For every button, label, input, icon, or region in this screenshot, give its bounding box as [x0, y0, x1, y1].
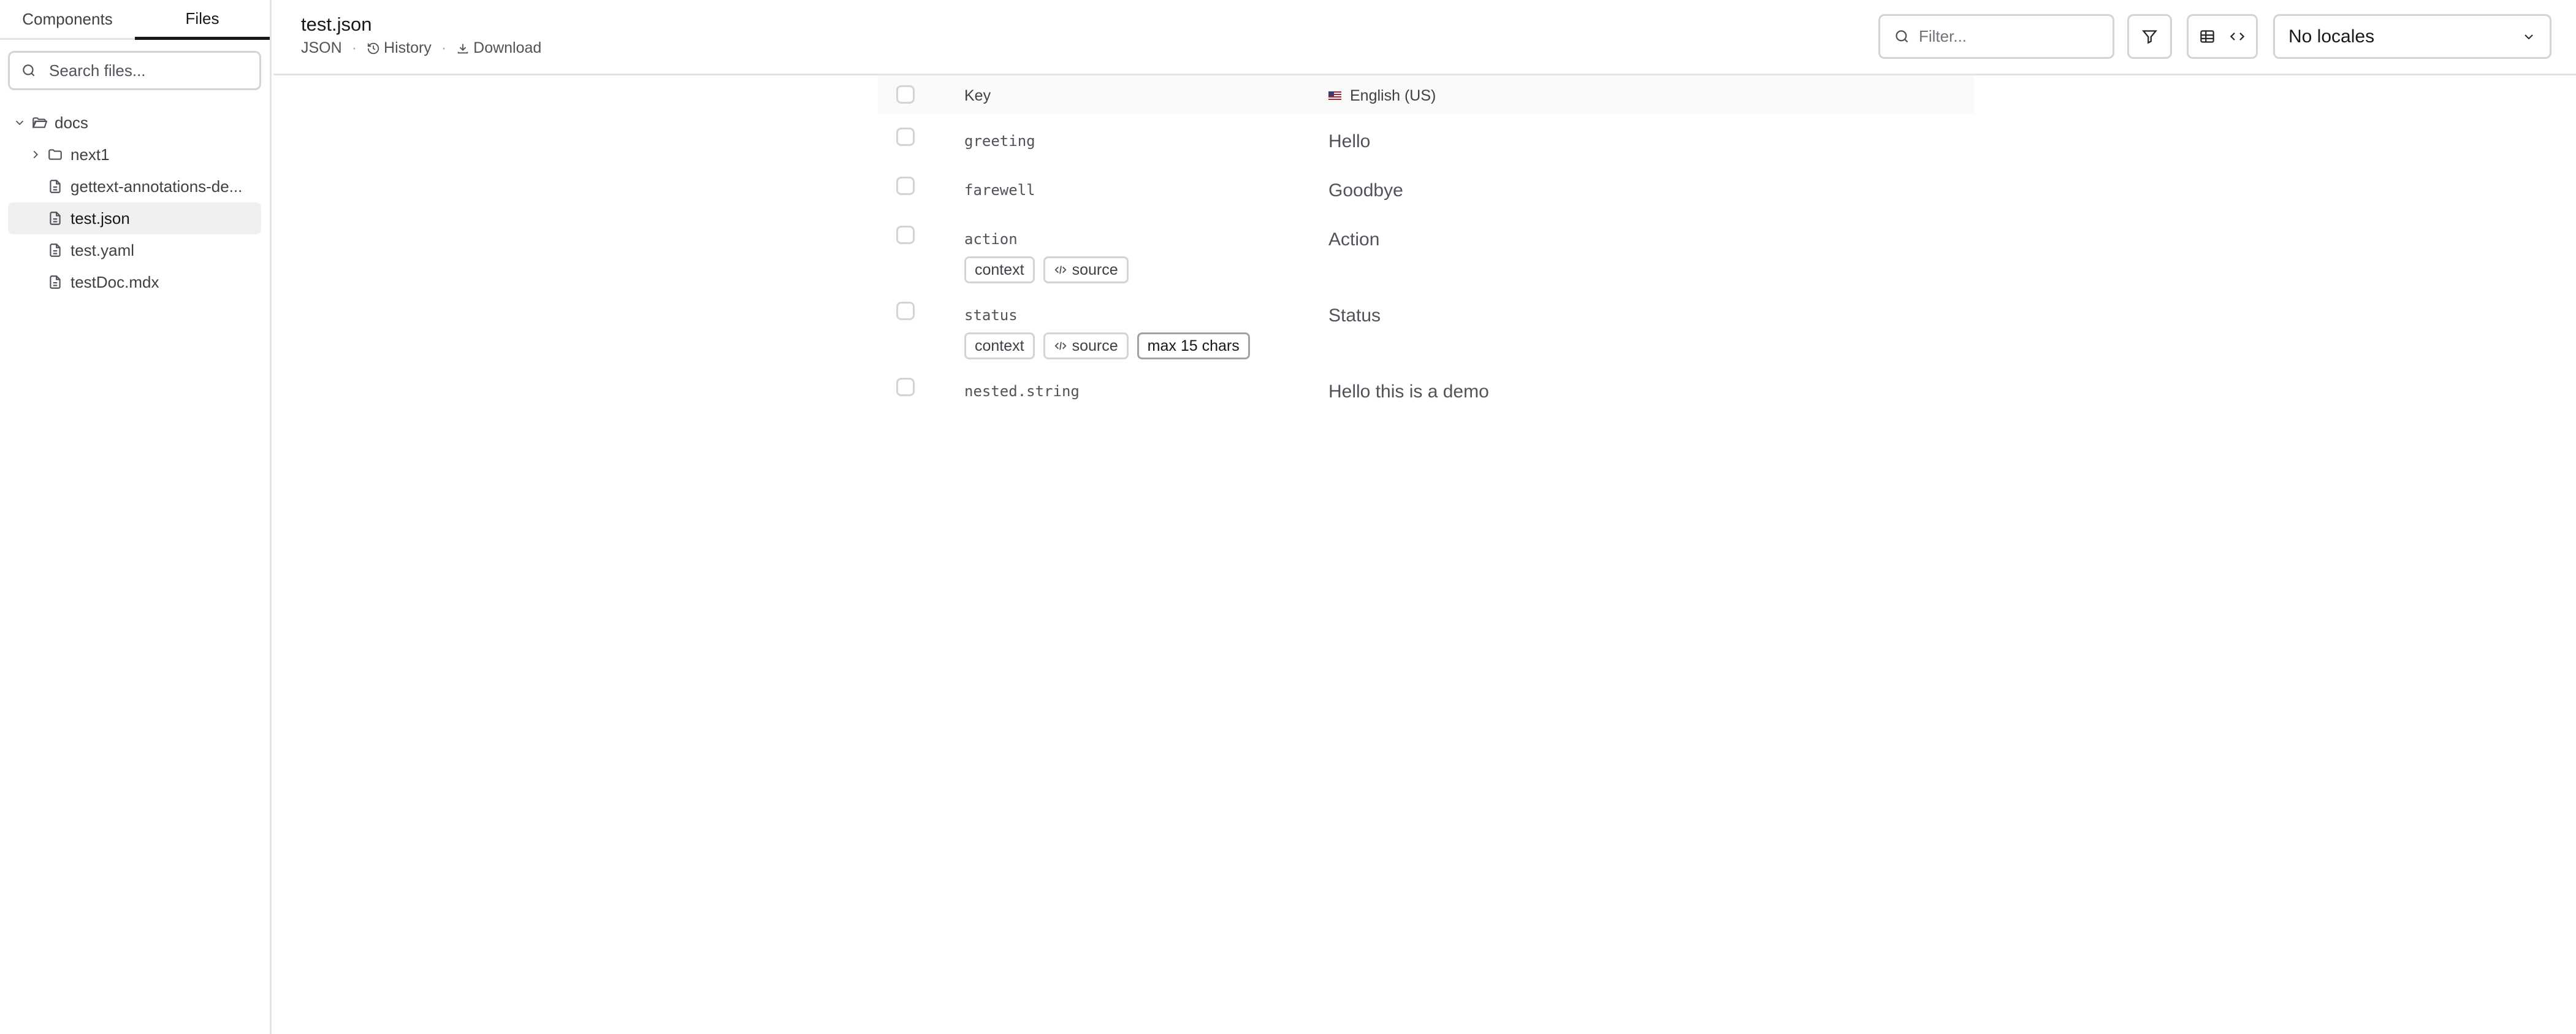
tree-folder-docs[interactable]: docs [8, 107, 261, 139]
tree-file-test-yaml[interactable]: test.yaml [8, 234, 261, 266]
row-badges: context source max 15 chars [964, 332, 1250, 359]
table-row[interactable]: status Status context source max 15 char… [878, 288, 1974, 364]
source-badge[interactable]: source [1043, 256, 1129, 283]
page-title: test.json [301, 13, 372, 35]
row-value[interactable]: Action [1328, 229, 1379, 250]
sidebar: Components Files docs next1 gettext-anno… [0, 0, 272, 1034]
tree-folder-label: docs [55, 113, 88, 132]
row-checkbox[interactable] [896, 128, 915, 146]
file-format: JSON [301, 39, 342, 56]
tab-components[interactable]: Components [0, 0, 135, 38]
folder-open-icon [32, 117, 47, 128]
download-link[interactable]: Download [456, 39, 541, 57]
file-icon [50, 243, 61, 257]
table-icon[interactable] [2199, 28, 2216, 45]
file-icon [50, 275, 61, 289]
history-icon [367, 42, 379, 54]
history-link[interactable]: History [367, 39, 432, 57]
download-label: Download [473, 39, 542, 56]
row-value[interactable]: Hello [1328, 131, 1370, 152]
file-icon [50, 180, 61, 193]
tree-file-testdoc-mdx[interactable]: testDoc.mdx [8, 266, 261, 298]
source-badge-label: source [1072, 337, 1118, 354]
locale-select-value: No locales [2288, 26, 2375, 47]
tree-file-label: testDoc.mdx [70, 272, 159, 291]
row-checkbox[interactable] [896, 378, 915, 396]
tree-folder-next1[interactable]: next1 [8, 139, 261, 170]
row-checkbox[interactable] [896, 177, 915, 195]
filter-icon [2141, 30, 2158, 44]
code-icon[interactable] [2229, 28, 2246, 45]
chevron-down-icon[interactable] [13, 116, 26, 129]
row-badges: context source [964, 256, 1129, 283]
tree-file-gettext[interactable]: gettext-annotations-de... [8, 170, 261, 202]
select-all-checkbox[interactable] [896, 85, 915, 104]
filter-button[interactable] [2127, 14, 2172, 59]
row-key: nested.string [964, 383, 1080, 400]
tree-file-label: test.yaml [70, 240, 135, 259]
view-toggle [2187, 14, 2258, 59]
us-flag-icon [1328, 91, 1341, 101]
table-header: Key English (US) [878, 75, 1974, 114]
code-icon [1054, 266, 1067, 274]
code-icon [1054, 342, 1067, 350]
sidebar-tabs: Components Files [0, 0, 270, 40]
max-length-badge[interactable]: max 15 chars [1137, 332, 1250, 359]
search-icon [1896, 30, 1908, 43]
tree-folder-label: next1 [70, 145, 110, 164]
file-tree: docs next1 gettext-annotations-de... tes… [8, 107, 261, 298]
file-icon [50, 212, 61, 225]
table-row[interactable]: action Action context source [878, 212, 1974, 288]
translations-table: Key English (US) greeting Hello farewell… [878, 75, 1974, 413]
table-row[interactable]: farewell Goodbye [878, 163, 1974, 212]
folder-icon [48, 149, 62, 160]
file-search-box [8, 51, 261, 90]
chevron-right-icon[interactable] [29, 148, 42, 161]
row-value[interactable]: Hello this is a demo [1328, 381, 1489, 402]
row-value[interactable]: Status [1328, 305, 1381, 326]
table-row[interactable]: nested.string Hello this is a demo [878, 364, 1974, 413]
download-icon [457, 44, 468, 53]
locale-column-header: English (US) [1328, 87, 1436, 105]
source-badge-label: source [1072, 261, 1118, 278]
tree-file-label: gettext-annotations-de... [70, 177, 243, 196]
chevron-down-icon [2525, 34, 2533, 39]
key-column-header: Key [964, 87, 991, 104]
row-key: status [964, 307, 1018, 324]
history-label: History [384, 39, 432, 56]
separator-dot: · [351, 39, 357, 56]
filter-box [1878, 14, 2115, 59]
source-badge[interactable]: source [1043, 332, 1129, 359]
separator-dot: · [441, 39, 447, 56]
row-value[interactable]: Goodbye [1328, 180, 1403, 201]
row-checkbox[interactable] [896, 302, 915, 320]
search-files-input[interactable] [49, 61, 257, 80]
row-checkbox[interactable] [896, 226, 915, 244]
tab-files[interactable]: Files [135, 0, 270, 40]
filter-input[interactable] [1919, 27, 2115, 46]
locale-column-label: English (US) [1350, 87, 1436, 104]
file-header: test.json JSON · History · Download No l… [273, 0, 2576, 75]
table-row[interactable]: greeting Hello [878, 114, 1974, 163]
tree-file-label: test.json [70, 209, 130, 228]
tree-file-test-json[interactable]: test.json [8, 202, 261, 234]
search-icon [23, 64, 35, 77]
row-key: action [964, 231, 1018, 248]
context-badge[interactable]: context [964, 256, 1035, 283]
row-key: greeting [964, 132, 1035, 150]
context-badge[interactable]: context [964, 332, 1035, 359]
locale-select[interactable]: No locales [2273, 14, 2551, 59]
file-meta: JSON · History · Download [301, 39, 541, 57]
row-key: farewell [964, 182, 1035, 199]
